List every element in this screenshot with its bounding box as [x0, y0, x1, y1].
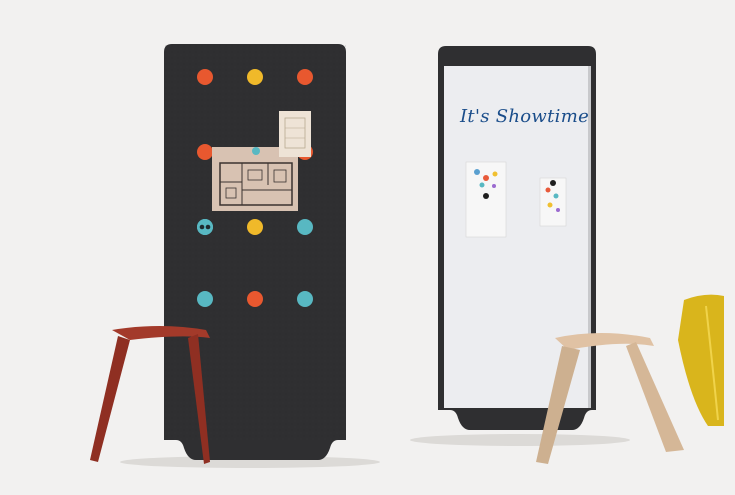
magnet-dot — [247, 219, 263, 235]
twin-magnet — [197, 219, 213, 235]
product-scene — [0, 0, 735, 495]
magnet-dot — [297, 69, 313, 85]
whiteboard-handwriting: It's Showtime — [460, 106, 590, 127]
felt-pinboard-panel — [164, 44, 346, 460]
magnet-dot — [197, 144, 213, 160]
magnet-dot — [247, 291, 263, 307]
magnet-dot — [247, 69, 263, 85]
magnet-dot — [197, 291, 213, 307]
magnet-dot — [297, 219, 313, 235]
pinned-note-sheet — [279, 111, 311, 157]
magnet-dot — [297, 291, 313, 307]
magnet-dot — [197, 69, 213, 85]
